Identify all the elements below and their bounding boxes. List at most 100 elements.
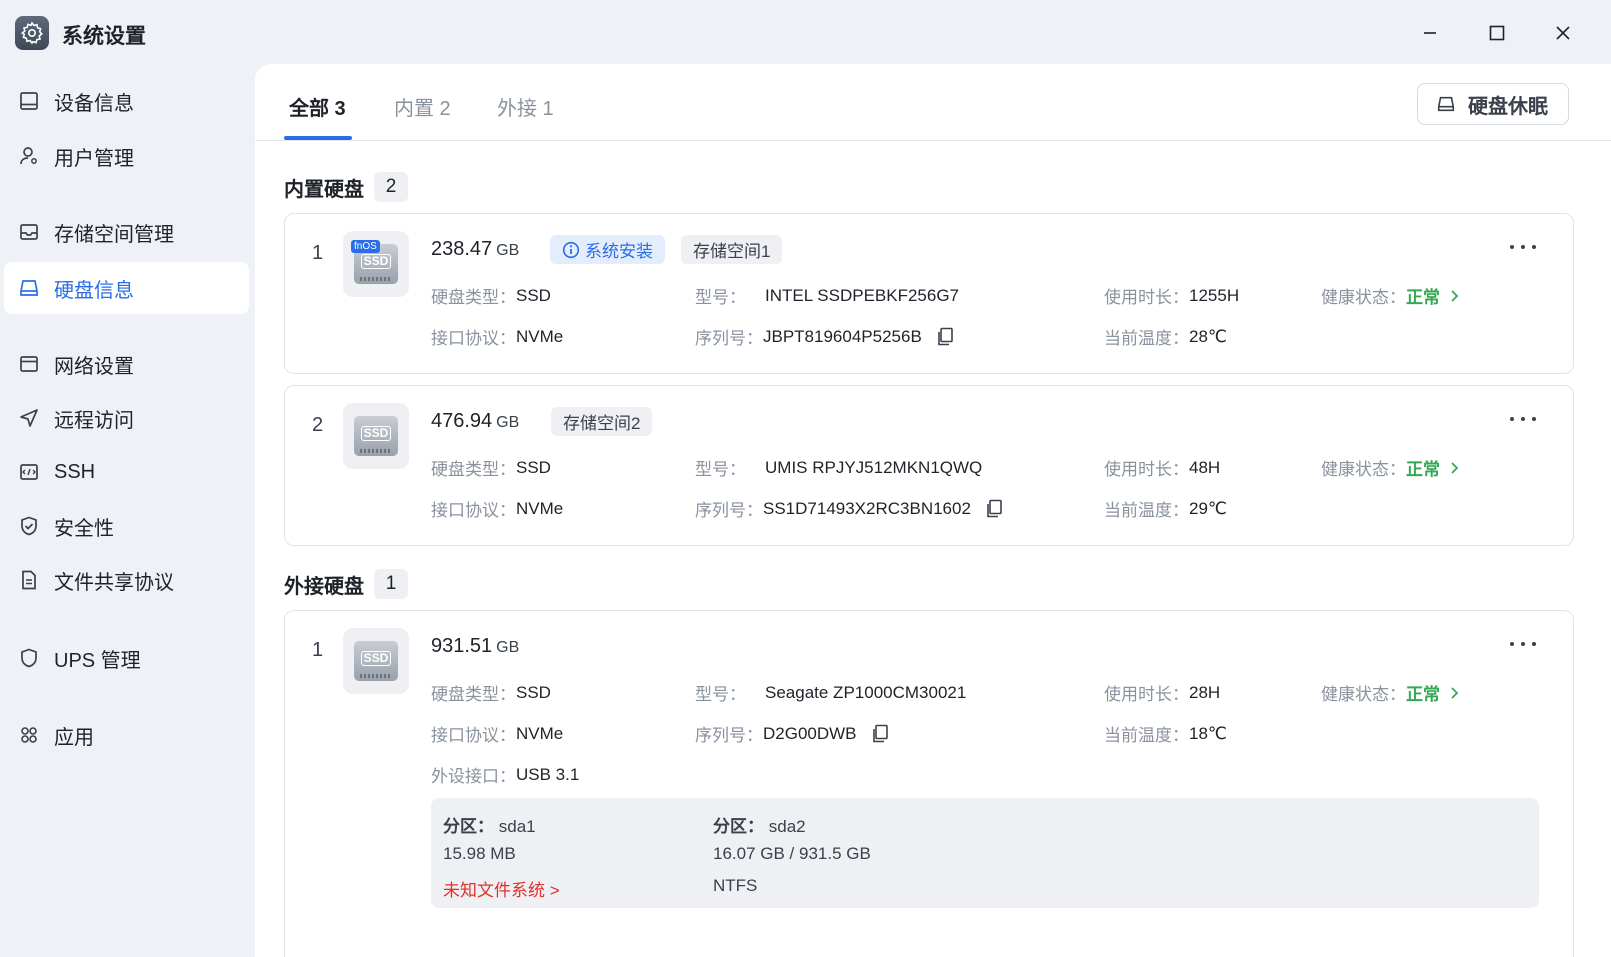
sidebar-item-label: 文件共享协议 [54, 571, 174, 594]
sidebar-item-network[interactable]: 网络设置 [4, 338, 249, 390]
network-icon [16, 351, 42, 377]
sidebar-item-file-sharing[interactable]: 文件共享协议 [4, 554, 249, 606]
disk-type-field: 硬盘类型： SSD [431, 285, 551, 308]
storage-space-tag: 存储空间1 [681, 235, 783, 264]
sidebar-item-label: SSH [54, 460, 96, 483]
partition-name: 分区： sda1 [443, 817, 536, 836]
tab-bar: 全部 3 内置 2 外接 1 硬盘休眠 [255, 64, 1611, 141]
disk-icon [16, 275, 42, 301]
sidebar-item-ups[interactable]: UPS 管理 [4, 632, 249, 684]
shield-check-icon [16, 513, 42, 539]
storage-icon [16, 219, 42, 245]
disk-icon [1436, 94, 1456, 114]
send-icon [16, 405, 42, 431]
ssd-icon: fnOS SSD [343, 231, 409, 297]
active-tab-indicator [284, 136, 352, 140]
system-install-tag: 系统安装 [550, 235, 665, 264]
disk-card[interactable]: 1 SSD 931.51 GB 硬盘类型： SSD 型号： Seagate ZP100… [284, 610, 1574, 957]
info-icon [562, 241, 580, 259]
disk-type-field: 硬盘类型： SSD [431, 457, 551, 480]
sidebar-item-label: 网络设置 [54, 355, 134, 378]
ssd-icon: SSD [343, 403, 409, 469]
tab-internal[interactable]: 内置 2 [394, 92, 451, 121]
health-status-link[interactable]: 健康状态： 正常 [1321, 455, 1460, 480]
sidebar-item-apps[interactable]: 应用 [4, 709, 249, 761]
count-badge: 2 [374, 172, 408, 202]
sidebar-item-label: 设备信息 [54, 92, 134, 115]
model-field: 型号： Seagate ZP1000CM30021 [695, 682, 967, 705]
partition-size: 16.07 GB / 931.5 GB [713, 844, 871, 863]
disk-index: 1 [312, 242, 324, 264]
tab-all[interactable]: 全部 3 [289, 92, 346, 121]
sidebar-item-label: UPS 管理 [54, 649, 141, 672]
partition-name: 分区： sda2 [713, 817, 806, 836]
section-title: 外接硬盘 [284, 575, 364, 598]
more-options-button[interactable] [1510, 637, 1536, 651]
minimize-icon [1424, 32, 1436, 34]
chevron-right-icon [1450, 686, 1460, 700]
maximize-icon [1489, 25, 1505, 41]
app-title: 系统设置 [62, 25, 146, 48]
chevron-right-icon [1450, 289, 1460, 303]
sidebar-item-label: 硬盘信息 [54, 279, 134, 302]
close-button[interactable] [1550, 20, 1576, 46]
disk-index: 2 [312, 414, 324, 436]
sidebar-item-ssh[interactable]: SSH [4, 446, 249, 498]
model-field: 型号： INTEL SSDPEBKF256G7 [695, 285, 960, 308]
storage-space-tag: 存储空间2 [551, 407, 653, 436]
health-status-link[interactable]: 健康状态： 正常 [1321, 283, 1460, 308]
gear-icon [15, 16, 49, 50]
disk-capacity: 238.47 GB [431, 238, 520, 260]
more-options-button[interactable] [1510, 240, 1536, 254]
external-disks-header: 外接硬盘 1 [284, 569, 408, 599]
sidebar: 设备信息 用户管理 存储空间管理 硬盘信息 网络设置 远程访问 SSH 安全性 … [0, 66, 255, 957]
sidebar-item-label: 安全性 [54, 517, 114, 540]
disk-sleep-button[interactable]: 硬盘休眠 [1417, 83, 1569, 125]
health-status-link[interactable]: 健康状态： 正常 [1321, 680, 1460, 705]
sidebar-item-security[interactable]: 安全性 [4, 500, 249, 552]
model-field: 型号： UMIS RPJYJ512MKN1QWQ [695, 457, 983, 480]
unknown-filesystem-link[interactable]: 未知文件系统 > [443, 876, 560, 901]
copy-icon[interactable] [871, 724, 889, 744]
internal-disks-header: 内置硬盘 2 [284, 172, 408, 202]
disk-capacity: 931.51 GB [431, 635, 520, 657]
temperature-field: 当前温度： 28℃ [1104, 326, 1228, 349]
disk-index: 1 [312, 639, 324, 661]
copy-icon[interactable] [985, 499, 1003, 519]
sidebar-item-label: 用户管理 [54, 147, 134, 170]
minimize-button[interactable] [1417, 20, 1443, 46]
disk-card[interactable]: 2 SSD 476.94 GB 存储空间2 硬盘类型： SSD 型号： UMIS RP… [284, 385, 1574, 546]
interface-field: 接口协议： NVMe [431, 723, 564, 746]
tab-external[interactable]: 外接 1 [497, 92, 554, 121]
close-icon [1556, 26, 1570, 40]
disk-capacity: 476.94 GB [431, 410, 520, 432]
serial-field: 序列号： SS1D71493X2RC3BN1602 [695, 496, 1003, 521]
usage-hours-field: 使用时长： 28H [1104, 682, 1221, 705]
sidebar-item-label: 远程访问 [54, 409, 134, 432]
disk-card[interactable]: 1 fnOS SSD 238.47 GB 系统安装 存储空间1 硬盘类型： SSD … [284, 213, 1574, 374]
shield-icon [16, 645, 42, 671]
usage-hours-field: 使用时长： 48H [1104, 457, 1221, 480]
title-bar: 系统设置 [0, 0, 1611, 66]
sidebar-item-device-info[interactable]: 设备信息 [4, 75, 249, 127]
serial-field: 序列号： D2G00DWB [695, 721, 889, 746]
interface-field: 接口协议： NVMe [431, 498, 564, 521]
disk-sleep-label: 硬盘休眠 [1468, 95, 1548, 118]
partition-filesystem: NTFS [713, 876, 758, 895]
interface-field: 接口协议： NVMe [431, 326, 564, 349]
sidebar-item-storage[interactable]: 存储空间管理 [4, 206, 249, 258]
disk-type-field: 硬盘类型： SSD [431, 682, 551, 705]
serial-field: 序列号： JBPT819604P5256B [695, 324, 954, 349]
copy-icon[interactable] [936, 327, 954, 347]
maximize-button[interactable] [1484, 20, 1510, 46]
sidebar-item-label: 存储空间管理 [54, 223, 174, 246]
sidebar-item-remote-access[interactable]: 远程访问 [4, 392, 249, 444]
temperature-field: 当前温度： 18℃ [1104, 723, 1228, 746]
sidebar-item-user-management[interactable]: 用户管理 [4, 130, 249, 182]
chevron-right-icon [1450, 461, 1460, 475]
count-badge: 1 [374, 569, 408, 599]
main-panel: 全部 3 内置 2 外接 1 硬盘休眠 内置硬盘 2 1 fnOS SSD 23… [255, 64, 1611, 957]
more-options-button[interactable] [1510, 412, 1536, 426]
external-port-field: 外设接口： USB 3.1 [431, 764, 580, 787]
sidebar-item-disk-info[interactable]: 硬盘信息 [4, 262, 249, 314]
